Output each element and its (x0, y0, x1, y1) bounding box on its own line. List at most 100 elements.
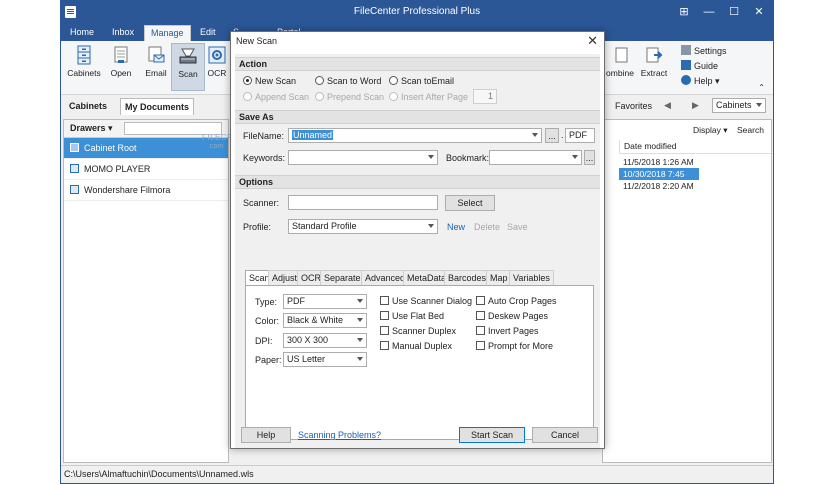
cabinets-icon (74, 45, 94, 65)
window-title: FileCenter Professional Plus (353, 6, 481, 17)
bookmark-label: Bookmark: (446, 153, 490, 163)
color-label: Color: (255, 316, 280, 326)
list-item-date[interactable]: 11/5/2018 1:26 AM (619, 156, 699, 168)
forward-arrow-icon[interactable]: ▶ (692, 100, 699, 111)
tree-item-wondershare-filmora[interactable]: Wondershare Filmora (64, 180, 228, 201)
type-dropdown[interactable]: PDF (283, 294, 367, 309)
insert-page-stepper[interactable]: 1 (473, 89, 497, 104)
tab-advanced[interactable]: Advanced (361, 270, 410, 285)
help-button[interactable]: Help ▾ (681, 74, 727, 89)
back-arrow-icon[interactable]: ◀ (664, 100, 671, 111)
tab-cabinets[interactable]: Cabinets (65, 98, 111, 115)
combine-button[interactable]: ombine (603, 43, 637, 91)
use-scanner-dialog-checkbox[interactable]: Use Scanner Dialog (380, 296, 472, 306)
radio-icon (315, 76, 324, 85)
auto-crop-pages-checkbox[interactable]: Auto Crop Pages (476, 296, 557, 306)
open-button[interactable]: Open (104, 43, 138, 91)
insert-after-page-radio[interactable]: Insert After Page (389, 92, 468, 102)
dpi-dropdown[interactable]: 300 X 300 (283, 333, 367, 348)
tab-variables[interactable]: Variables (509, 270, 554, 285)
help-dialog-button[interactable]: Help (241, 427, 291, 443)
save-profile-link[interactable]: Save (507, 222, 528, 232)
tab-barcodes[interactable]: Barcodes (444, 270, 491, 285)
cabinet-icon (70, 185, 79, 194)
chevron-down-icon (357, 299, 363, 303)
checkbox-label: Auto Crop Pages (488, 296, 557, 306)
help-icon (681, 75, 691, 85)
ocr-button[interactable]: OCR (200, 43, 234, 91)
watermark-domain: .com (207, 143, 225, 150)
color-dropdown[interactable]: Black & White (283, 313, 367, 328)
use-flat-bed-checkbox[interactable]: Use Flat Bed (380, 311, 444, 321)
checkbox-label: Use Flat Bed (392, 311, 445, 321)
filename-browse-button[interactable]: ... (545, 128, 559, 143)
new-scan-label: New Scan (255, 76, 297, 86)
prompt-for-more-checkbox[interactable]: Prompt for More (476, 341, 553, 351)
list-item-date[interactable]: 11/2/2018 2:20 AM (619, 180, 699, 192)
new-scan-radio[interactable]: New Scan (243, 76, 296, 86)
tab-map[interactable]: Map (486, 270, 512, 285)
guide-button[interactable]: Guide (681, 59, 727, 74)
tab-inbox[interactable]: Inbox (106, 25, 140, 41)
minimize-button[interactable]: — (698, 4, 720, 20)
tab-separate[interactable]: Separate (320, 270, 365, 285)
manual-duplex-checkbox[interactable]: Manual Duplex (380, 341, 452, 351)
new-profile-link[interactable]: New (447, 222, 465, 232)
maximize-button[interactable]: ☐ (723, 4, 745, 20)
quick-access-icon[interactable]: ⊞ (673, 4, 695, 20)
scanner-duplex-checkbox[interactable]: Scanner Duplex (380, 326, 456, 336)
ribbon-collapse-icon[interactable]: ⌃ (758, 83, 765, 92)
scanner-icon (178, 46, 198, 66)
scanning-problems-link[interactable]: Scanning Problems? (298, 430, 381, 440)
tab-edit[interactable]: Edit (194, 25, 222, 41)
favorites-button[interactable]: Favorites (615, 101, 652, 111)
column-date-modified[interactable]: Date modified (619, 140, 771, 154)
checkbox-icon (476, 341, 485, 350)
close-window-button[interactable]: ✕ (748, 4, 770, 20)
dpi-label: DPI: (255, 336, 273, 346)
extract-button[interactable]: Extract (637, 43, 671, 91)
color-value: Black & White (287, 315, 344, 325)
drawers-label[interactable]: Drawers (70, 123, 106, 133)
deskew-pages-checkbox[interactable]: Deskew Pages (476, 311, 548, 321)
select-scanner-button[interactable]: Select (445, 195, 495, 211)
tab-metadata[interactable]: MetaData (403, 270, 451, 285)
tab-my-documents[interactable]: My Documents (120, 98, 195, 115)
invert-pages-checkbox[interactable]: Invert Pages (476, 326, 539, 336)
cabinets-button[interactable]: Cabinets (67, 43, 101, 91)
display-button[interactable]: Display ▾ (693, 125, 728, 136)
checkbox-icon (380, 296, 389, 305)
scanner-label: Scanner: (243, 198, 280, 208)
bookmark-browse-button[interactable]: ... (584, 150, 595, 165)
scan-to-word-radio[interactable]: Scan to Word (315, 76, 381, 86)
file-extension-field[interactable]: PDF (565, 128, 595, 143)
settings-button[interactable]: Settings (681, 44, 727, 59)
prepend-scan-label: Prepend Scan (327, 92, 385, 102)
checkbox-icon (476, 311, 485, 320)
paper-dropdown[interactable]: US Letter (283, 352, 367, 367)
email-button[interactable]: Email (139, 43, 173, 91)
dpi-value: 300 X 300 (287, 335, 329, 345)
insert-after-page-label: Insert After Page (401, 92, 469, 102)
search-button[interactable]: Search (737, 125, 764, 135)
filename-field[interactable]: Unnamed (288, 128, 542, 143)
delete-profile-link[interactable]: Delete (474, 222, 500, 232)
close-icon[interactable]: ✕ (587, 32, 598, 50)
checkbox-label: Manual Duplex (392, 341, 453, 351)
keywords-field[interactable] (288, 150, 438, 165)
append-scan-radio[interactable]: Append Scan (243, 92, 309, 102)
profile-dropdown[interactable]: Standard Profile (288, 219, 438, 234)
tree-item-momo-player[interactable]: MOMO PLAYER (64, 159, 228, 180)
cancel-button[interactable]: Cancel (532, 427, 598, 443)
tab-home[interactable]: Home (64, 25, 100, 41)
scanner-field[interactable] (288, 195, 438, 210)
start-scan-button[interactable]: Start Scan (459, 427, 525, 443)
checkbox-label: Scanner Duplex (392, 326, 457, 336)
scan-to-email-radio[interactable]: Scan toEmail (389, 76, 454, 86)
help-label: Help (694, 76, 713, 86)
tab-manage[interactable]: Manage (144, 25, 191, 41)
prepend-scan-radio[interactable]: Prepend Scan (315, 92, 384, 102)
list-item-date[interactable]: 10/30/2018 7:45 PM (619, 168, 699, 191)
cabinets-dropdown[interactable]: Cabinets (712, 98, 766, 113)
bookmark-field[interactable] (489, 150, 582, 165)
